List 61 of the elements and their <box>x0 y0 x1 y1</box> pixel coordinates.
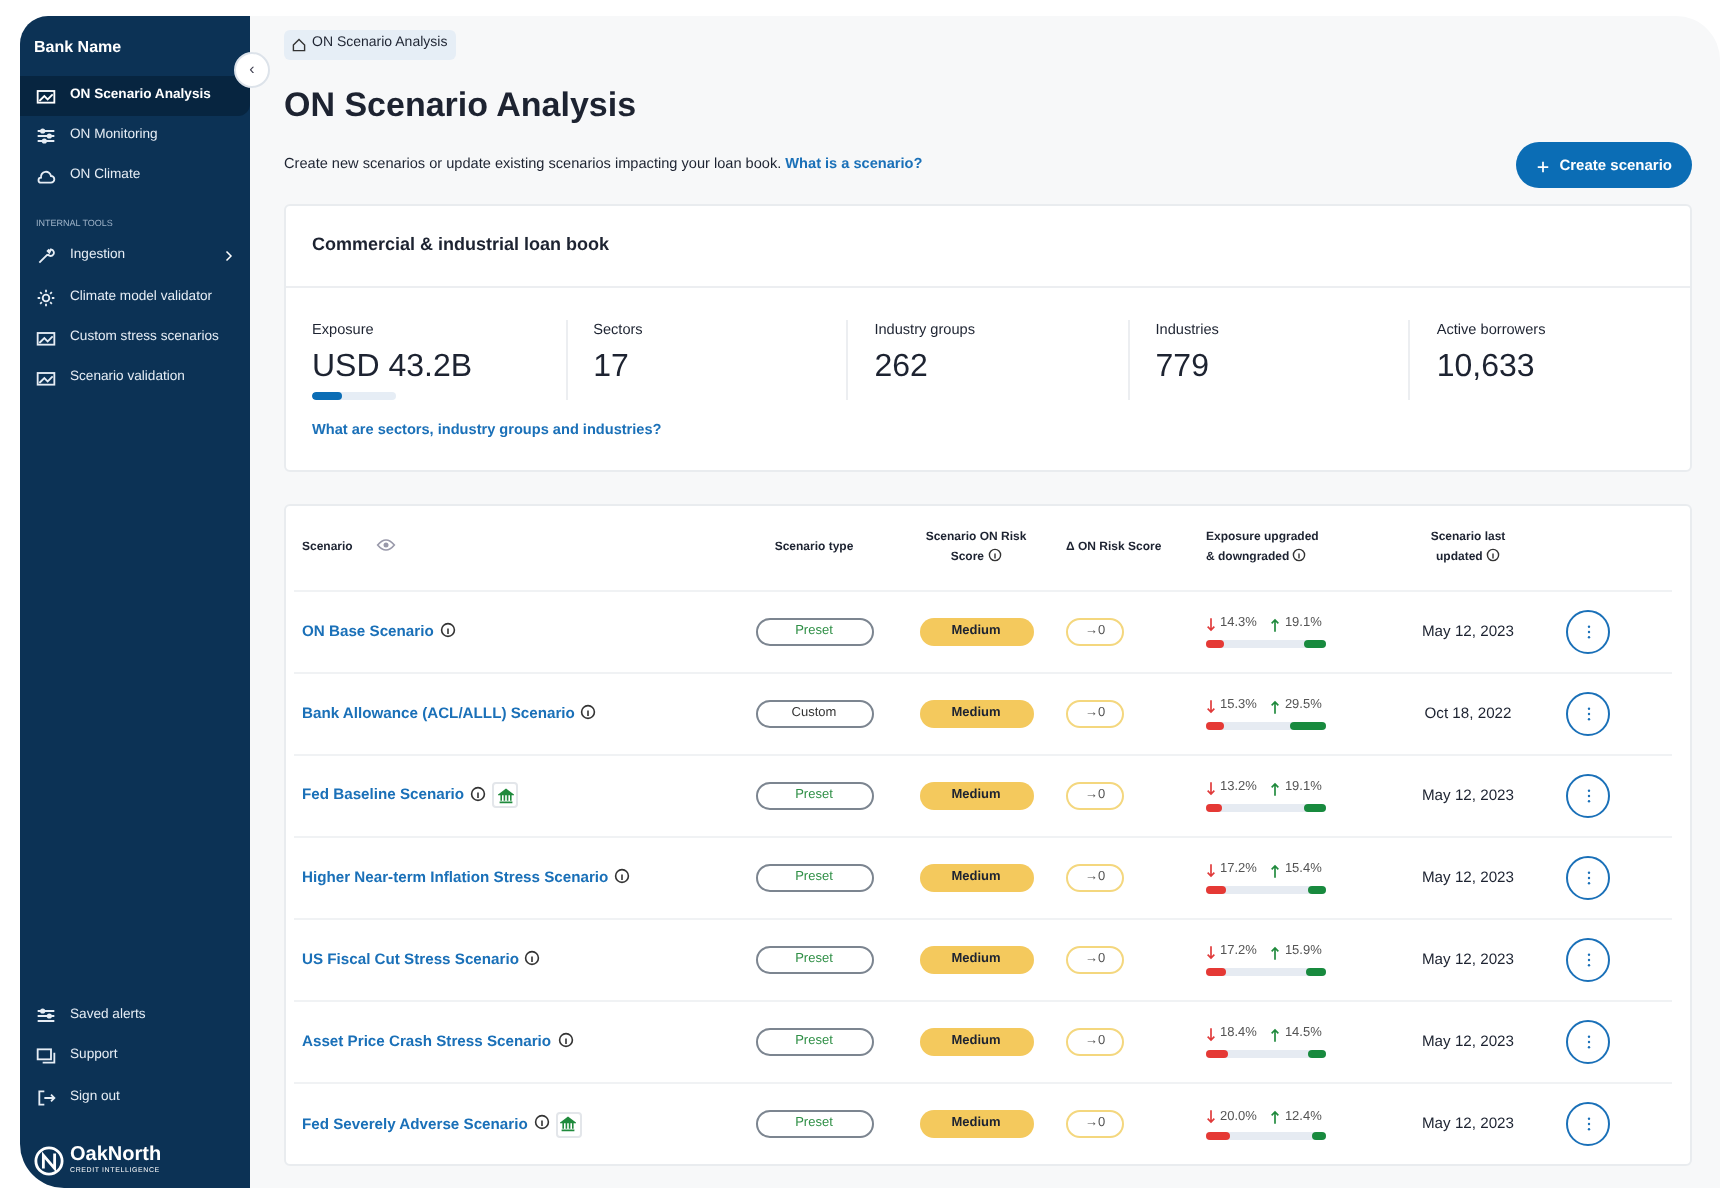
info-icon <box>439 621 456 638</box>
arrow-down-icon <box>1206 1027 1216 1042</box>
more-icon <box>1585 623 1591 640</box>
more-button[interactable] <box>1566 691 1610 736</box>
plus-icon <box>1535 159 1550 174</box>
info-icon <box>557 1031 574 1048</box>
stat-value: 17 <box>593 349 631 385</box>
more-icon <box>1585 787 1591 804</box>
chat-icon <box>36 1046 56 1067</box>
page-title: ON Scenario Analysis <box>284 83 639 127</box>
eye-icon <box>376 538 397 553</box>
arrow-down-icon <box>1206 863 1216 878</box>
logo-icon <box>34 1145 64 1176</box>
stat-value: 10,633 <box>1436 349 1537 385</box>
info-icon <box>524 949 541 966</box>
sign-out-icon <box>36 1087 56 1108</box>
info-icon <box>1292 547 1307 562</box>
more-button[interactable] <box>1566 609 1610 654</box>
arrow-up-icon <box>1270 945 1281 960</box>
arrow-up-icon <box>1270 1110 1281 1125</box>
bank-name: Bank Name <box>32 36 124 60</box>
more-button[interactable] <box>1566 773 1610 818</box>
more-icon <box>1585 1033 1591 1050</box>
more-button[interactable] <box>1566 855 1610 900</box>
arrow-up-icon <box>1270 617 1281 632</box>
chart-icon <box>36 327 56 348</box>
chart-icon <box>36 367 56 388</box>
more-button[interactable] <box>1566 937 1610 982</box>
home-icon <box>292 37 306 52</box>
arrow-up-icon <box>1270 1027 1281 1042</box>
info-icon <box>614 867 631 884</box>
stat-value: USD 43.2B <box>312 349 475 385</box>
sun-icon <box>36 287 56 308</box>
more-icon <box>1585 869 1591 886</box>
info-icon <box>1486 547 1500 562</box>
arrow-down-icon <box>1206 1110 1216 1125</box>
sliders-icon <box>36 126 56 147</box>
arrow-down-icon <box>1206 617 1216 632</box>
more-icon <box>1585 705 1591 722</box>
arrow-up-icon <box>1270 863 1281 878</box>
info-icon <box>987 547 1002 562</box>
arrow-down-icon <box>1206 781 1216 796</box>
stat-value: 262 <box>874 349 930 385</box>
info-icon <box>580 703 597 720</box>
wrench-icon <box>36 246 56 267</box>
more-button[interactable] <box>1566 1102 1610 1147</box>
cloud-icon <box>36 166 56 187</box>
chart-icon <box>36 86 56 107</box>
info-icon <box>470 785 487 802</box>
sliders-icon <box>36 1006 56 1027</box>
more-button[interactable] <box>1566 1019 1610 1064</box>
arrow-down-icon <box>1206 699 1216 714</box>
info-icon <box>533 1114 550 1131</box>
more-icon <box>1585 1116 1591 1133</box>
arrow-down-icon <box>1206 945 1216 960</box>
arrow-up-icon <box>1270 699 1281 714</box>
logo-name: OakNorth <box>70 1145 162 1166</box>
arrow-up-icon <box>1270 781 1281 796</box>
stat-value: 779 <box>1155 349 1211 385</box>
card-title: Commercial & industrial loan book <box>286 206 1690 288</box>
more-icon <box>1585 951 1591 968</box>
